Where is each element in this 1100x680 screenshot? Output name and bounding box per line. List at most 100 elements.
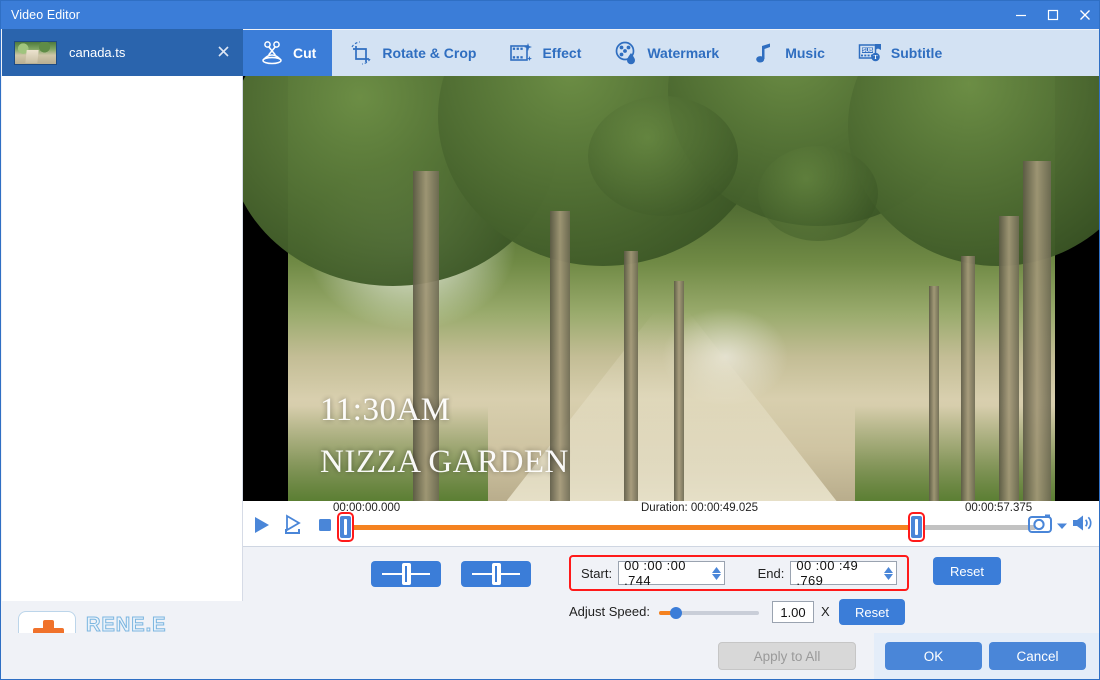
tab-cut-label: Cut	[293, 45, 317, 61]
snapshot-button[interactable]	[1028, 513, 1052, 538]
crop-rotate-icon	[351, 41, 371, 65]
file-item-canada[interactable]: canada.ts	[2, 29, 243, 76]
speed-slider-knob[interactable]	[670, 607, 682, 619]
trim-handle-left-grip	[340, 516, 351, 538]
snapshot-dropdown-button[interactable]	[1057, 517, 1067, 535]
svg-text:SUB: SUB	[862, 48, 873, 54]
title-bar: Video Editor	[1, 1, 1099, 29]
spinner-up-icon[interactable]	[711, 566, 721, 573]
trim-handle-right-grip	[911, 516, 922, 538]
play-selection-icon	[285, 514, 301, 534]
tab-watermark[interactable]: Watermark	[597, 30, 735, 76]
music-note-icon	[756, 43, 771, 63]
close-button[interactable]	[1069, 1, 1099, 29]
adjust-speed-label: Adjust Speed:	[569, 604, 650, 619]
video-preview[interactable]: 11:30AM NIZZA GARDEN	[243, 76, 1099, 501]
playback-controls	[249, 514, 337, 536]
speed-unit-label: X	[821, 604, 830, 619]
file-name-label: canada.ts	[69, 45, 126, 60]
tree-trunk	[674, 281, 684, 501]
tab-rotate-crop[interactable]: Rotate & Crop	[332, 30, 492, 76]
ok-button[interactable]: OK	[885, 642, 982, 670]
speed-row: Adjust Speed: 1.00 X Reset	[243, 599, 1099, 627]
speed-value-input[interactable]: 1.00	[772, 601, 814, 623]
snapshot-volume-group	[1028, 513, 1094, 538]
file-list-panel: canada.ts	[2, 29, 243, 624]
tab-watermark-label: Watermark	[647, 45, 720, 61]
tree-canopy	[588, 96, 738, 216]
tree-trunk	[961, 256, 975, 501]
cut-controls-panel: Start: 00 :00 :00 .744 End: 00 :00 :49 .…	[243, 547, 1099, 633]
camera-icon	[1028, 514, 1052, 533]
tab-subtitle-label: Subtitle	[890, 45, 943, 61]
watermark-icon	[616, 41, 636, 65]
play-button[interactable]	[249, 514, 273, 536]
marker-knob	[402, 563, 411, 585]
end-time-spinner[interactable]	[884, 566, 893, 580]
timeline-track[interactable]	[337, 512, 1036, 542]
play-icon	[255, 517, 269, 533]
reset-trim-button[interactable]: Reset	[933, 557, 1001, 585]
end-time-input[interactable]: 00 :00 :49 .769	[790, 558, 897, 588]
start-label: Start:	[581, 565, 613, 581]
tab-music-label: Music	[785, 45, 825, 61]
video-frame: 11:30AM NIZZA GARDEN	[243, 76, 1099, 501]
timeline-end-time: 00:00:57.375	[965, 502, 1033, 514]
start-time-spinner[interactable]	[711, 566, 721, 580]
trim-handle-left[interactable]	[337, 512, 354, 542]
end-time-value: 00 :00 :49 .769	[796, 558, 859, 588]
volume-button[interactable]	[1072, 514, 1094, 537]
tab-rotate-crop-label: Rotate & Crop	[382, 45, 477, 61]
trim-handle-right[interactable]	[908, 512, 925, 542]
set-start-marker-button[interactable]	[371, 561, 441, 587]
dialog-footer: Apply to All OK Cancel	[2, 633, 1099, 679]
apply-to-all-button[interactable]: Apply to All	[718, 642, 856, 670]
chevron-down-icon	[1057, 523, 1067, 529]
tab-effect-label: Effect	[542, 45, 582, 61]
spinner-down-icon[interactable]	[711, 573, 721, 580]
window-controls	[1005, 1, 1099, 29]
subtitle-icon: SUB T	[858, 44, 881, 62]
tab-music[interactable]: Music	[735, 30, 841, 76]
set-end-marker-button[interactable]	[461, 561, 531, 587]
speed-slider[interactable]	[659, 607, 759, 619]
tree-trunk	[1023, 161, 1051, 501]
stop-icon	[319, 519, 331, 531]
tab-effect[interactable]: Effect	[492, 30, 597, 76]
maximize-icon	[1047, 9, 1059, 21]
play-selection-button[interactable]	[281, 514, 305, 536]
minimize-button[interactable]	[1005, 1, 1037, 29]
video-editor-window: Video Editor canada.ts RENE.E Cut Rotate…	[0, 0, 1100, 680]
spinner-up-icon[interactable]	[884, 566, 893, 573]
tree-trunk	[929, 286, 939, 501]
tree-canopy	[848, 76, 1099, 266]
volume-icon	[1073, 515, 1092, 531]
timeline-bar: 00:00:00.000 Duration: 00:00:49.025 00:0…	[243, 501, 1099, 547]
scissors-icon	[262, 41, 282, 65]
spinner-down-icon[interactable]	[884, 573, 893, 580]
timeline-duration: Duration: 00:00:49.025	[641, 502, 759, 514]
close-icon	[218, 46, 229, 57]
set-start-marker-icon	[378, 563, 434, 585]
file-list-empty-area	[2, 76, 242, 624]
close-icon	[1080, 10, 1090, 20]
timeline-selection-range	[346, 525, 916, 530]
start-time-value: 00 :00 :00 .744	[624, 558, 686, 588]
tab-subtitle[interactable]: SUB T Subtitle	[841, 30, 958, 76]
window-title: Video Editor	[11, 8, 81, 22]
file-close-button[interactable]	[212, 41, 235, 64]
stop-button[interactable]	[313, 514, 337, 536]
svg-text:T: T	[873, 55, 877, 61]
start-time-input[interactable]: 00 :00 :00 .744	[618, 558, 725, 588]
cancel-button[interactable]: Cancel	[989, 642, 1086, 670]
maximize-button[interactable]	[1037, 1, 1069, 29]
tab-cut[interactable]: Cut	[243, 30, 333, 76]
minimize-icon	[1016, 14, 1026, 17]
marker-knob	[492, 563, 501, 585]
overlay-time-text: 11:30AM	[320, 392, 451, 428]
overlay-place-text: NIZZA GARDEN	[320, 444, 569, 480]
reset-speed-button[interactable]: Reset	[839, 599, 905, 625]
editor-tab-bar: Cut Rotate & Crop Effect Watermark Music…	[243, 30, 1099, 76]
end-label: End:	[757, 565, 785, 581]
tree-trunk	[999, 216, 1019, 501]
